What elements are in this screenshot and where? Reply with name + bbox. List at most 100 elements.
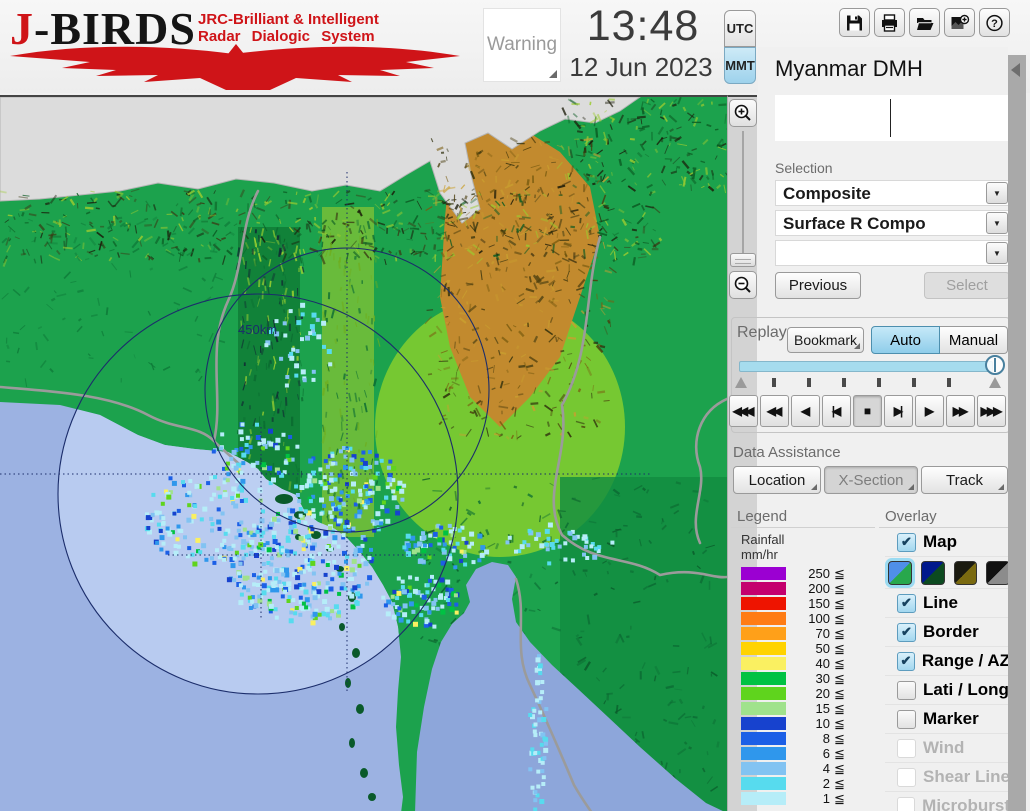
add-image-button[interactable] — [944, 8, 975, 37]
overlay-checkbox[interactable] — [897, 680, 916, 700]
legend-le-symbol: ≦ — [834, 685, 845, 701]
legend-value: 40 — [815, 656, 830, 671]
overlay-checkbox[interactable] — [897, 738, 916, 758]
playback-glyph: ◀◀◀ — [732, 404, 755, 418]
legend-row: 100 ≦ — [741, 611, 845, 626]
open-file-button[interactable] — [909, 8, 940, 37]
auto-button[interactable]: Auto — [871, 326, 940, 354]
legend-row: 30 ≦ — [741, 671, 845, 686]
legend-scale: 250 ≦ 200 ≦ 150 ≦ 100 ≦ 70 ≦ 50 ≦ 40 ≦ 3… — [741, 566, 845, 806]
legend-value: 20 — [815, 686, 830, 701]
chevron-down-icon[interactable]: ▼ — [986, 242, 1008, 264]
warning-button[interactable]: Warning — [483, 8, 561, 82]
overlay-item-map[interactable]: Map — [885, 528, 1010, 557]
replay-slider-track[interactable] — [739, 361, 993, 372]
map-style-swatch[interactable] — [986, 560, 1010, 585]
jbirds-application: J-BIRDS JRC-Brilliant & Intelligent Rada… — [0, 0, 1030, 811]
previous-button[interactable]: Previous — [775, 272, 861, 299]
overlay-item[interactable]: Lati / Long — [885, 676, 1010, 705]
selection-section-label: Selection — [775, 160, 833, 176]
magnifier-plus-icon — [734, 104, 751, 121]
legend-row: 250 ≦ — [741, 566, 845, 581]
zoom-out-button[interactable] — [729, 271, 757, 299]
playback-button[interactable]: ◀◀◀ — [729, 395, 758, 427]
chevron-down-icon[interactable]: ▼ — [986, 212, 1008, 234]
overlay-checkbox[interactable] — [897, 622, 916, 642]
selection-dropdown[interactable]: ▼ — [775, 240, 1010, 266]
playback-button[interactable]: |◀ — [822, 395, 851, 427]
legend-value: 10 — [815, 716, 830, 731]
save-icon — [847, 15, 862, 30]
overlay-item-label: Line — [923, 593, 958, 612]
station-info-box[interactable] — [775, 95, 1010, 141]
radar-map-canvas: 450km — [0, 97, 727, 811]
overlay-item[interactable]: Shear Line — [885, 763, 1010, 792]
zoom-slider-track[interactable] — [742, 131, 744, 267]
map-checkbox[interactable] — [897, 532, 916, 552]
playback-button[interactable]: ▶ — [915, 395, 944, 427]
overlay-item[interactable]: Range / AZ — [885, 647, 1010, 676]
auto-label: Auto — [890, 331, 921, 349]
overlay-checkbox[interactable] — [897, 767, 916, 787]
collapse-panel-icon[interactable] — [1011, 63, 1020, 77]
bookmark-button[interactable]: Bookmark — [787, 327, 864, 353]
playback-button[interactable]: ◀ — [791, 395, 820, 427]
mmt-button[interactable]: MMT — [724, 47, 756, 84]
playback-glyph: |◀ — [831, 404, 841, 418]
legend-le-symbol: ≦ — [834, 775, 845, 791]
playback-glyph: ▶ — [924, 404, 934, 418]
chevron-down-icon[interactable]: ▼ — [986, 182, 1008, 204]
radar-map-view[interactable]: 450km — [0, 95, 727, 811]
legend-swatch — [741, 582, 786, 595]
overlay-item-label: Marker — [923, 709, 979, 728]
playback-button[interactable]: ◀◀ — [760, 395, 789, 427]
overlay-item[interactable]: Microburst — [885, 792, 1010, 811]
overlay-checkbox[interactable] — [897, 796, 916, 811]
overlay-checkbox[interactable] — [897, 593, 916, 613]
playback-button[interactable]: ▶| — [884, 395, 913, 427]
map-style-swatch[interactable] — [888, 560, 912, 585]
overlay-item[interactable]: Line — [885, 589, 1010, 618]
replay-mode-toggle: Auto Manual — [871, 326, 1008, 354]
map-style-swatch[interactable] — [953, 560, 978, 585]
slider-tick — [912, 378, 916, 387]
overlay-item[interactable]: Wind — [885, 734, 1010, 763]
overlay-item[interactable]: Border — [885, 618, 1010, 647]
add-image-icon — [951, 14, 969, 29]
replay-slider-handle[interactable] — [985, 355, 1005, 375]
slider-tick — [807, 378, 811, 387]
map-style-swatches — [885, 557, 1010, 589]
overlay-checkbox[interactable] — [897, 651, 915, 671]
zoom-in-button[interactable] — [729, 99, 757, 127]
playback-button[interactable]: ▶▶▶ — [977, 395, 1006, 427]
legend-value: 100 — [808, 611, 830, 626]
selection-dropdown[interactable]: Surface R Compo ▼ — [775, 210, 1010, 236]
help-button[interactable]: ? — [979, 8, 1010, 37]
track-button[interactable]: Track — [921, 466, 1008, 494]
select-button[interactable]: Select — [924, 272, 1010, 299]
manual-button[interactable]: Manual — [940, 326, 1008, 354]
zoom-slider-handle[interactable] — [730, 253, 756, 267]
selection-dropdown[interactable]: Composite ▼ — [775, 180, 1010, 206]
legend-value: 70 — [815, 626, 830, 641]
playback-button[interactable]: ▶▶ — [946, 395, 975, 427]
logo-subtitle-line1: JRC-Brilliant & Intelligent — [198, 11, 379, 28]
legend-le-symbol: ≦ — [834, 670, 845, 686]
overlay-item-label: Map — [923, 532, 957, 551]
print-button[interactable] — [874, 8, 905, 37]
playback-button[interactable]: ■ — [853, 395, 882, 427]
legend-le-symbol: ≦ — [834, 655, 845, 671]
utc-label: UTC — [726, 21, 754, 36]
legend-swatch — [741, 672, 786, 685]
overlay-item[interactable]: Marker — [885, 705, 1010, 734]
help-icon: ? — [986, 14, 1003, 31]
legend-underline — [731, 527, 875, 528]
overlay-checkbox[interactable] — [897, 709, 916, 729]
save-button[interactable] — [839, 8, 870, 37]
utc-button[interactable]: UTC — [724, 10, 756, 47]
xsection-label: X-Section — [838, 471, 904, 489]
map-style-swatch[interactable] — [920, 560, 945, 585]
location-button[interactable]: Location — [733, 466, 821, 494]
clock-date: 12 Jun 2023 — [569, 52, 713, 82]
xsection-button[interactable]: X-Section — [824, 466, 918, 494]
